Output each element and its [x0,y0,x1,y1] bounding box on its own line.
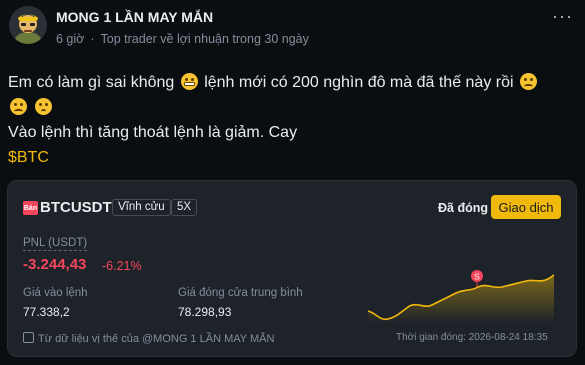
pnl-label: PNL (USDT) [23,237,88,251]
disclaimer-text: Từ dữ liệu vị thế của @MONG 1 LẦN MAY MẮ… [38,333,275,345]
sell-flag-icon: Bán [23,201,38,215]
entry-price: 77.338,2 [23,305,70,319]
post-time: 6 giờ [56,32,85,46]
trading-pair: BTCUSDT [40,199,112,216]
post-meta: 6 giờ · Top trader về lợi nhuận trong 30 n… [56,32,309,46]
post-body: Em có làm gì sai không lệnh mới có 200 n… [8,70,578,170]
trader-badge: Top trader về lợi nhuận trong 30 ngày [100,32,309,46]
pnl-percent: -6.21% [102,259,142,273]
meta-separator: · [90,32,95,46]
post-line-2 [8,95,578,120]
contract-type-tag: Vĩnh cửu [112,199,171,216]
position-card[interactable]: Bán BTCUSDT Vĩnh cửu 5X Đã đóng Giao dịc… [7,180,577,357]
price-sparkline: S [367,270,555,323]
post-line-3: Vào lệnh thì tăng thoát lệnh là giảm. Ca… [8,124,298,141]
closed-time: Thời gian đóng: 2026-08-24 18:35 [396,332,548,343]
author-name[interactable]: MONG 1 LẦN MAY MẮN [56,9,213,25]
sell-marker-label: S [474,272,480,282]
more-options-icon[interactable]: ··· [552,6,573,27]
trade-button[interactable]: Giao dịch [491,195,561,219]
pnl-value: -3.244,43 [23,256,87,273]
avatar[interactable] [9,6,47,44]
position-status: Đã đóng [438,201,488,215]
close-price-label: Giá đóng cửa trung bình [178,287,303,299]
post-line-1: Em có làm gì sai không lệnh mới có 200 n… [8,70,578,95]
entry-price-label: Giá vào lệnh [23,287,88,299]
avatar-image [9,6,47,44]
close-price: 78.298,93 [178,305,232,319]
position-disclaimer: Từ dữ liệu vị thế của @MONG 1 LẦN MAY MẮ… [23,332,274,345]
data-source-icon [23,332,34,343]
sad-face-icon [35,98,53,115]
post-text-part-2: lệnh mới có 200 nghìn đô mà đã thế này r… [204,74,514,91]
post-text-part-1: Em có làm gì sai không [8,74,175,91]
grimacing-face-icon [180,73,198,90]
woozy-face-icon [520,73,538,90]
woozy-face-icon [10,98,27,115]
ticker-link[interactable]: $BTC [8,145,578,170]
leverage-tag: 5X [171,199,198,216]
